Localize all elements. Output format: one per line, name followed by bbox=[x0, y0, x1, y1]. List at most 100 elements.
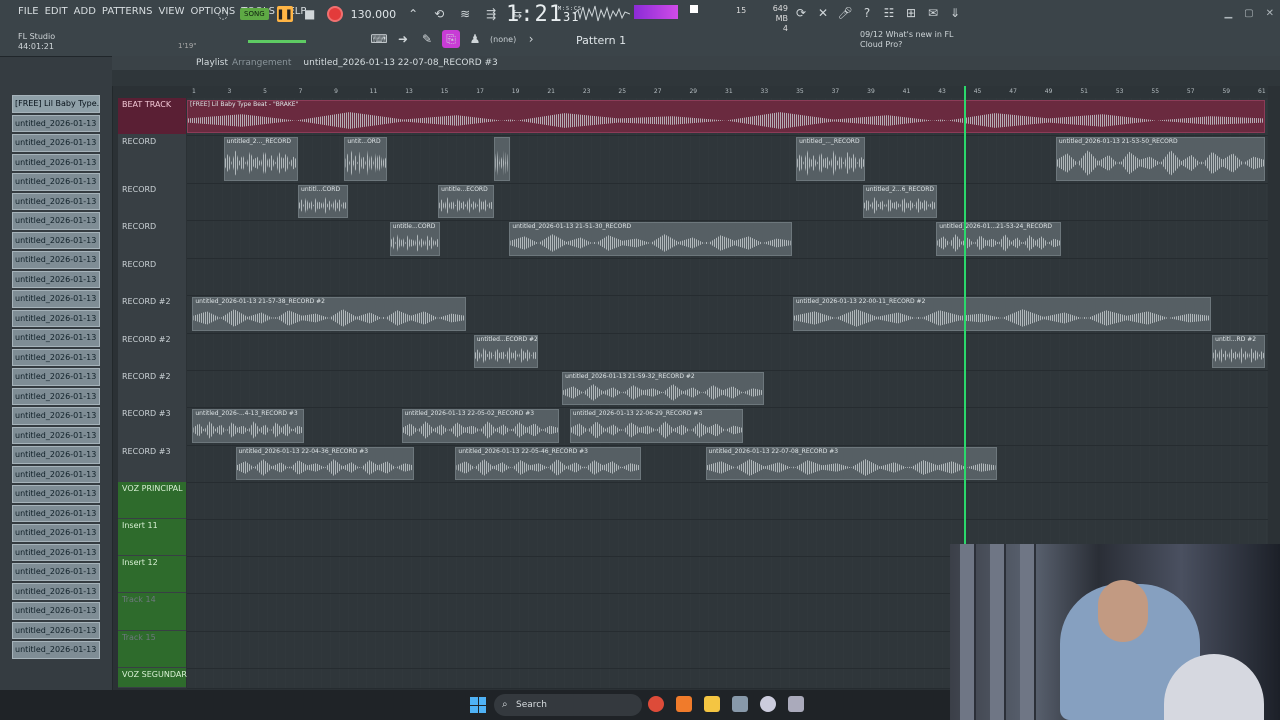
audio-clip[interactable]: untitled_2026-01-13 21-57-38_RECORD #2 bbox=[192, 297, 467, 331]
audio-clip[interactable]: untitl...CORD bbox=[298, 185, 348, 218]
audio-clip[interactable]: untitled_2...6_RECORD bbox=[862, 185, 938, 218]
pat-song-toggle-icon[interactable]: ◌ bbox=[214, 5, 232, 23]
chevron-right-icon[interactable]: › bbox=[522, 30, 540, 48]
app-icon[interactable] bbox=[732, 696, 748, 712]
browser-item[interactable]: untitled_2026-01-13 21- bbox=[12, 368, 100, 386]
audio-clip[interactable]: untitled_2026-01-13 22-00-11_RECORD #2 bbox=[792, 297, 1212, 331]
audio-clip[interactable]: untitled_2026-01-13 21-59-32_RECORD #2 bbox=[562, 372, 764, 405]
download-icon[interactable]: ⇓ bbox=[946, 4, 964, 22]
audio-clip[interactable]: untitled_2026-01-13 22-07-08_RECORD #3 bbox=[705, 447, 997, 480]
windows-start-icon[interactable] bbox=[470, 697, 486, 713]
browser-item[interactable]: untitled_2026-01-13 21- bbox=[12, 387, 100, 405]
audio-clip[interactable]: untitled_2026-01-13 22-06-29_RECORD #3 bbox=[569, 409, 744, 443]
audio-clip[interactable]: untitle...CORD bbox=[389, 222, 441, 256]
track-header[interactable]: Insert 12 bbox=[118, 556, 186, 592]
browser-item[interactable]: untitled_2026-01-13 21- bbox=[12, 212, 100, 230]
audio-clip[interactable]: untitled_2026-01...21-53-24_RECORD bbox=[936, 222, 1062, 256]
chat-icon[interactable]: ✉ bbox=[924, 4, 942, 22]
browser-item[interactable]: untitled_2026-01-13 21- bbox=[12, 465, 100, 483]
browser-item[interactable]: untitled_2026-01-13 22- bbox=[12, 641, 100, 659]
browser-item[interactable]: untitled_2026-01-13 21- bbox=[12, 290, 100, 308]
panic-icon[interactable]: ✕ bbox=[814, 4, 832, 22]
browser-item[interactable]: untitled_2026-01-13 21- bbox=[12, 543, 100, 561]
cpu-refresh-icon[interactable]: ⟳ bbox=[792, 4, 810, 22]
track-lane[interactable] bbox=[187, 482, 1268, 520]
browser-item[interactable]: untitled_2026-01-13 21- bbox=[12, 524, 100, 542]
audio-clip[interactable]: [FREE] Lil Baby Type Beat - "BRAKE" bbox=[187, 100, 1265, 133]
browser-item[interactable]: untitled_2026-01-13 21- bbox=[12, 485, 100, 503]
track-header[interactable]: RECORD #2 bbox=[118, 370, 186, 406]
menu-view[interactable]: VIEW bbox=[159, 6, 185, 17]
audio-clip[interactable]: untitled_2026-...4-13_RECORD #3 bbox=[192, 409, 305, 443]
audio-clip[interactable]: untitled_2026-01-13 22-05-02_RECORD #3 bbox=[401, 409, 559, 443]
audio-clip[interactable]: untitle...ECORD bbox=[438, 185, 495, 218]
audio-clip[interactable] bbox=[494, 137, 511, 181]
close-icon[interactable]: ✕ bbox=[1266, 8, 1274, 19]
browser-item[interactable]: untitled_2026-01-13 21- bbox=[12, 348, 100, 366]
minimize-icon[interactable]: ▁ bbox=[1224, 8, 1232, 19]
stamp-icon[interactable]: ♟ bbox=[466, 30, 484, 48]
track-header[interactable]: RECORD #3 bbox=[118, 445, 186, 481]
blend-notes-icon[interactable]: ⇶ bbox=[482, 5, 500, 23]
help-icon[interactable]: ? bbox=[858, 4, 876, 22]
browser-item[interactable]: [FREE] Lil Baby Type... bbox=[12, 95, 100, 113]
loop-record-icon[interactable]: ⟲ bbox=[430, 5, 448, 23]
fl-studio-icon[interactable] bbox=[676, 696, 692, 712]
file-explorer-icon[interactable] bbox=[704, 696, 720, 712]
arrow-right-icon[interactable]: ➜ bbox=[394, 30, 412, 48]
menu-edit[interactable]: EDIT bbox=[45, 6, 68, 17]
track-header[interactable]: RECORD #3 bbox=[118, 407, 186, 444]
pencil-icon[interactable]: ✎ bbox=[418, 30, 436, 48]
link-icon[interactable]: ⎘ bbox=[442, 30, 460, 48]
track-header[interactable]: Insert 11 bbox=[118, 519, 186, 555]
openai-icon[interactable] bbox=[760, 696, 776, 712]
chrome-icon[interactable] bbox=[648, 696, 664, 712]
browser-item[interactable]: untitled_2026-01-13 22- bbox=[12, 582, 100, 600]
menu-patterns[interactable]: PATTERNS bbox=[102, 6, 153, 17]
metronome-icon[interactable]: ⌃ bbox=[404, 5, 422, 23]
audio-clip[interactable]: untitled_2026-01-13 21-51-30_RECORD bbox=[509, 222, 792, 256]
track-header[interactable]: BEAT TRACK bbox=[118, 98, 186, 134]
track-header[interactable]: RECORD #2 bbox=[118, 333, 186, 369]
stop-button[interactable]: ■ bbox=[301, 5, 319, 23]
browser-item[interactable]: untitled_2026-01-13 21- bbox=[12, 407, 100, 425]
track-lane[interactable] bbox=[187, 258, 1268, 296]
browser-item[interactable]: untitled_2026-01-13 22- bbox=[12, 602, 100, 620]
audio-clip[interactable]: untit...ORD bbox=[344, 137, 388, 181]
mic-icon[interactable]: 🎤︎ bbox=[836, 4, 854, 22]
track-lane[interactable] bbox=[187, 183, 1268, 221]
track-header[interactable]: Track 15 bbox=[118, 631, 186, 667]
browser-item[interactable]: untitled_2026-01-13 21- bbox=[12, 134, 100, 152]
audio-clip[interactable]: untitled_2026-01-13 22-05-46_RECORD #3 bbox=[455, 447, 641, 480]
browser-item[interactable]: untitled_2026-01-13 21- bbox=[12, 153, 100, 171]
master-volume-slider[interactable] bbox=[248, 40, 306, 43]
browser-item[interactable]: untitled_2026-01-13 21- bbox=[12, 251, 100, 269]
playhead[interactable] bbox=[964, 86, 966, 546]
pause-button[interactable]: ❚❚ bbox=[276, 6, 293, 22]
browser-item[interactable]: untitled_2026-01-13 21- bbox=[12, 173, 100, 191]
track-header[interactable]: Track 14 bbox=[118, 593, 186, 630]
step-edit-icon[interactable]: ≋ bbox=[456, 5, 474, 23]
taskbar-search[interactable]: ⌕ Search bbox=[494, 694, 642, 716]
browser-item[interactable]: untitled_2026-01-13 21- bbox=[12, 192, 100, 210]
audio-clip[interactable]: untitled_..._RECORD bbox=[796, 137, 866, 181]
audio-clip[interactable]: untitl...RD #2 bbox=[1212, 335, 1265, 368]
browser-item[interactable]: untitled_2026-01-13 21- bbox=[12, 270, 100, 288]
snap-label[interactable]: (none) bbox=[490, 35, 516, 44]
pattern-selector[interactable]: Pattern 1 bbox=[576, 34, 626, 47]
track-header[interactable]: RECORD bbox=[118, 258, 186, 294]
menu-add[interactable]: ADD bbox=[74, 6, 96, 17]
browser-item[interactable]: untitled_2026-01-13 22- bbox=[12, 621, 100, 639]
news-panel[interactable]: 09/12 What's new in FL Cloud Pro? bbox=[860, 30, 954, 50]
browser-item[interactable]: untitled_2026-01-13 21- bbox=[12, 231, 100, 249]
track-lane[interactable] bbox=[187, 333, 1268, 371]
browser-item[interactable]: untitled_2026-01-13 21- bbox=[12, 504, 100, 522]
browser-item[interactable]: untitled_2026-01-13 21- bbox=[12, 309, 100, 327]
track-header[interactable]: RECORD bbox=[118, 220, 186, 257]
audio-clip[interactable]: untitled...ECORD #2 bbox=[473, 335, 539, 368]
track-header[interactable]: RECORD bbox=[118, 183, 186, 219]
menu-file[interactable]: FILE bbox=[18, 6, 39, 17]
calculator-icon[interactable] bbox=[788, 696, 804, 712]
plugin-icon[interactable]: ⊞ bbox=[902, 4, 920, 22]
song-clock[interactable]: 1:2131 M:S:CS bbox=[506, 2, 581, 27]
